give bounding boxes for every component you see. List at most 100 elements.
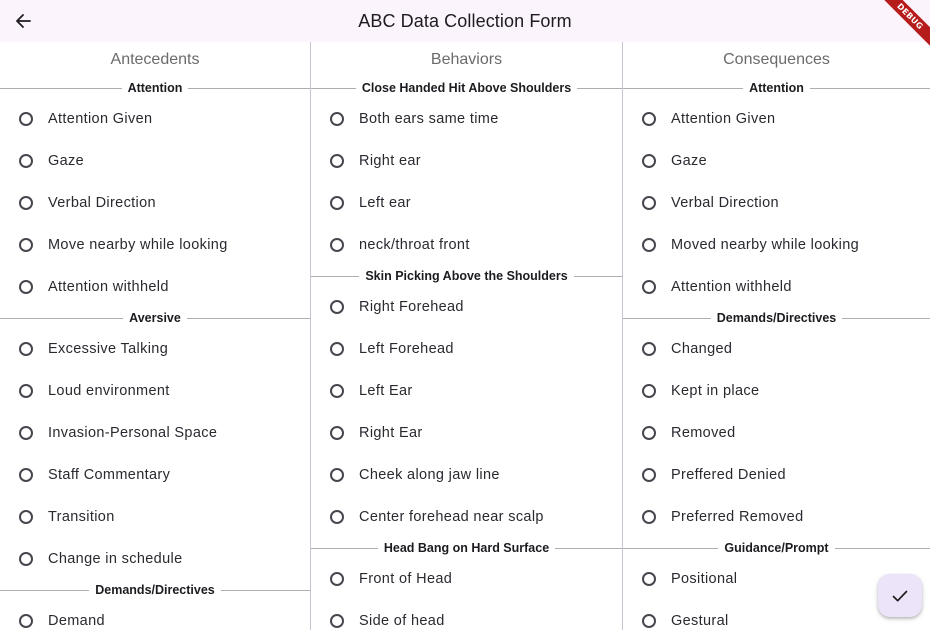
radio-option[interactable]: Moved nearby while looking bbox=[623, 224, 930, 266]
arrow-back-icon bbox=[16, 14, 31, 28]
option-label: Gaze bbox=[48, 153, 85, 169]
radio-button[interactable] bbox=[330, 614, 344, 628]
radio-button[interactable] bbox=[330, 238, 344, 252]
option-label: Gestural bbox=[671, 613, 729, 629]
radio-option[interactable]: Transition bbox=[0, 496, 310, 538]
radio-button[interactable] bbox=[642, 572, 656, 586]
radio-option[interactable]: Side of head bbox=[311, 600, 622, 630]
radio-option[interactable]: Move nearby while looking bbox=[0, 224, 310, 266]
radio-option[interactable]: neck/throat front bbox=[311, 224, 622, 266]
radio-button[interactable] bbox=[642, 154, 656, 168]
radio-button[interactable] bbox=[19, 552, 33, 566]
section-title: Aversive bbox=[129, 311, 181, 325]
radio-button[interactable] bbox=[642, 426, 656, 440]
radio-option[interactable]: Loud environment bbox=[0, 370, 310, 412]
radio-option[interactable]: Change in schedule bbox=[0, 538, 310, 580]
option-label: Removed bbox=[671, 425, 736, 441]
option-label: Change in schedule bbox=[48, 551, 183, 567]
option-label: Right Ear bbox=[359, 425, 423, 441]
radio-option[interactable]: Demand bbox=[0, 600, 310, 630]
radio-button[interactable] bbox=[330, 384, 344, 398]
radio-button[interactable] bbox=[330, 300, 344, 314]
option-label: Cheek along jaw line bbox=[359, 467, 500, 483]
radio-button[interactable] bbox=[330, 572, 344, 586]
divider-line bbox=[809, 87, 930, 89]
radio-option[interactable]: Kept in place bbox=[623, 370, 930, 412]
radio-button[interactable] bbox=[642, 468, 656, 482]
radio-option[interactable]: Preferred Removed bbox=[623, 496, 930, 538]
radio-option[interactable]: Right ear bbox=[311, 140, 622, 182]
divider-line bbox=[623, 317, 711, 319]
radio-button[interactable] bbox=[19, 196, 33, 210]
option-label: Transition bbox=[48, 509, 115, 525]
radio-option[interactable]: Center forehead near scalp bbox=[311, 496, 622, 538]
option-label: Moved nearby while looking bbox=[671, 237, 860, 253]
divider-line bbox=[220, 589, 310, 591]
radio-button[interactable] bbox=[330, 154, 344, 168]
radio-button[interactable] bbox=[642, 238, 656, 252]
radio-option[interactable]: Verbal Direction bbox=[0, 182, 310, 224]
radio-option[interactable]: Attention withheld bbox=[623, 266, 930, 308]
radio-button[interactable] bbox=[642, 510, 656, 524]
radio-button[interactable] bbox=[19, 154, 33, 168]
radio-option[interactable]: Staff Commentary bbox=[0, 454, 310, 496]
option-label: Attention withheld bbox=[671, 279, 792, 295]
radio-option[interactable]: Left Ear bbox=[311, 370, 622, 412]
radio-option[interactable]: Cheek along jaw line bbox=[311, 454, 622, 496]
form-columns: Antecedents Attention Attention Given Gaze V… bbox=[0, 42, 930, 630]
radio-button[interactable] bbox=[330, 426, 344, 440]
section-divider: Aversive bbox=[0, 308, 310, 328]
radio-option[interactable]: Gaze bbox=[0, 140, 310, 182]
app-bar: ABC Data Collection Form bbox=[0, 0, 930, 42]
option-label: Staff Commentary bbox=[48, 467, 171, 483]
divider-line bbox=[311, 275, 360, 277]
radio-button[interactable] bbox=[19, 112, 33, 126]
section-title: Guidance/Prompt bbox=[724, 541, 829, 555]
radio-option[interactable]: Excessive Talking bbox=[0, 328, 310, 370]
radio-button[interactable] bbox=[19, 614, 33, 628]
radio-option[interactable]: Invasion-Personal Space bbox=[0, 412, 310, 454]
radio-button[interactable] bbox=[642, 384, 656, 398]
radio-option[interactable]: Right Ear bbox=[311, 412, 622, 454]
radio-option[interactable]: Attention withheld bbox=[0, 266, 310, 308]
radio-option[interactable]: Verbal Direction bbox=[623, 182, 930, 224]
radio-option[interactable]: Left ear bbox=[311, 182, 622, 224]
divider-line bbox=[0, 317, 124, 319]
radio-button[interactable] bbox=[330, 112, 344, 126]
radio-option[interactable]: Removed bbox=[623, 412, 930, 454]
radio-option[interactable]: Left Forehead bbox=[311, 328, 622, 370]
radio-button[interactable] bbox=[19, 510, 33, 524]
submit-button[interactable] bbox=[878, 574, 922, 617]
radio-button[interactable] bbox=[330, 342, 344, 356]
radio-button[interactable] bbox=[19, 384, 33, 398]
radio-button[interactable] bbox=[19, 426, 33, 440]
radio-option[interactable]: Preffered Denied bbox=[623, 454, 930, 496]
option-label: Left ear bbox=[359, 195, 411, 211]
radio-option[interactable]: Attention Given bbox=[0, 98, 310, 140]
radio-button[interactable] bbox=[642, 280, 656, 294]
radio-button[interactable] bbox=[19, 342, 33, 356]
radio-option[interactable]: Both ears same time bbox=[311, 98, 622, 140]
radio-option[interactable]: Right Forehead bbox=[311, 286, 622, 328]
radio-button[interactable] bbox=[642, 196, 656, 210]
option-label: Left Forehead bbox=[359, 341, 454, 357]
option-label: Excessive Talking bbox=[48, 341, 169, 357]
radio-button[interactable] bbox=[330, 510, 344, 524]
radio-option[interactable]: Gaze bbox=[623, 140, 930, 182]
radio-button[interactable] bbox=[19, 238, 33, 252]
radio-button[interactable] bbox=[330, 196, 344, 210]
option-label: Front of Head bbox=[359, 571, 453, 587]
option-label: Changed bbox=[671, 341, 733, 357]
radio-button[interactable] bbox=[642, 112, 656, 126]
back-button[interactable] bbox=[8, 6, 38, 36]
radio-button[interactable] bbox=[642, 614, 656, 628]
radio-button[interactable] bbox=[642, 342, 656, 356]
radio-option[interactable]: Changed bbox=[623, 328, 930, 370]
radio-option[interactable]: Attention Given bbox=[623, 98, 930, 140]
radio-button[interactable] bbox=[330, 468, 344, 482]
section-title: Attention bbox=[127, 81, 183, 95]
radio-button[interactable] bbox=[19, 280, 33, 294]
radio-option[interactable]: Front of Head bbox=[311, 558, 622, 600]
radio-button[interactable] bbox=[19, 468, 33, 482]
section-title: Demands/Directives bbox=[95, 583, 215, 597]
